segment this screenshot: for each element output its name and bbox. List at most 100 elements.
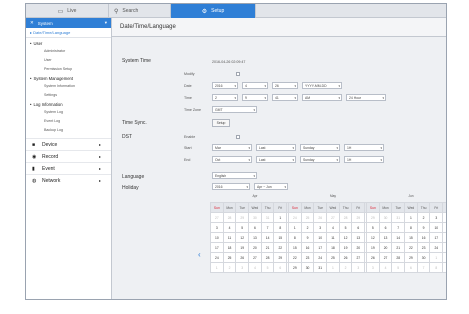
calendar-day[interactable]: 8 <box>405 223 418 233</box>
calendar-day[interactable]: 3 <box>430 213 444 223</box>
calendar-day[interactable]: 1 <box>405 213 418 223</box>
calendar-day[interactable]: 14 <box>392 233 406 243</box>
calendar-day[interactable]: 11 <box>223 233 237 243</box>
dst-start-day-select[interactable]: Sunday ▾ <box>300 144 340 151</box>
calendar-day[interactable]: 19 <box>236 243 250 253</box>
calendar-day[interactable]: 29 <box>274 253 288 263</box>
calendar-day[interactable]: 25 <box>443 243 446 253</box>
calendar-day[interactable]: 2 <box>301 223 315 233</box>
calendar-day[interactable]: 20 <box>379 243 393 253</box>
tab-live[interactable]: ▭ Live <box>26 4 109 18</box>
language-select[interactable]: English ▾ <box>212 172 257 179</box>
time-ampm-select[interactable]: AM ▾ <box>302 94 342 101</box>
dst-end-day-select[interactable]: Sunday ▾ <box>300 156 340 163</box>
calendar-day[interactable]: 30 <box>301 263 315 273</box>
dst-start-week-select[interactable]: Last ▾ <box>256 144 296 151</box>
sidebar-header-system[interactable]: ✕ System ▾ <box>26 18 111 28</box>
modify-checkbox[interactable] <box>236 72 240 76</box>
calendar-day[interactable]: 13 <box>379 233 393 243</box>
sidebar-item-device[interactable]: ■ Device ▸ <box>26 138 111 150</box>
timezone-select[interactable]: GMT ▾ <box>212 106 257 113</box>
calendar-day[interactable]: 4 <box>223 223 237 233</box>
date-year-select[interactable]: 2016 ▾ <box>212 82 238 89</box>
calendar-day[interactable]: 5 <box>367 223 380 233</box>
sidebar-item-event-log[interactable]: Event Log <box>26 116 111 125</box>
calendar-day[interactable]: 12 <box>367 233 380 243</box>
sidebar-item-system-information[interactable]: System Information <box>26 81 111 90</box>
sidebar-item-administrator[interactable]: Administrator <box>26 46 111 55</box>
calendar-day[interactable]: 3 <box>314 223 328 233</box>
time-second-select[interactable]: 41 ▾ <box>272 94 298 101</box>
calendar-day[interactable]: 11 <box>327 233 340 243</box>
calendar-day[interactable]: 30 <box>417 253 431 263</box>
sidebar-item-network[interactable]: ◍ Network ▸ <box>26 174 111 186</box>
calendar-day[interactable]: 3 <box>211 223 224 233</box>
calendar-day[interactable]: 4 <box>327 223 340 233</box>
tab-search[interactable]: ⚲ Search <box>109 4 171 18</box>
calendar-day[interactable]: 7 <box>261 223 275 233</box>
calendar-day[interactable]: 28 <box>392 253 406 263</box>
calendar-day[interactable]: 11 <box>443 223 446 233</box>
calendar-day[interactable]: 5 <box>339 223 353 233</box>
calendar-day[interactable]: 18 <box>443 233 446 243</box>
sidebar-item-system-log[interactable]: System Log <box>26 107 111 116</box>
calendar-day[interactable]: 25 <box>223 253 237 263</box>
date-day-select[interactable]: 26 ▾ <box>272 82 298 89</box>
calendar-day[interactable]: 17 <box>430 233 444 243</box>
sidebar-item-permission-setup[interactable]: Permission Setup <box>26 64 111 73</box>
calendar-day[interactable]: 10 <box>430 223 444 233</box>
calendar-day[interactable]: 29 <box>405 253 418 263</box>
holiday-range-select[interactable]: Apr ~ Jun ▾ <box>254 183 288 190</box>
dst-enable-checkbox[interactable] <box>236 135 240 139</box>
calendar-day[interactable]: 8 <box>274 223 288 233</box>
calendar-day[interactable]: 8 <box>289 233 302 243</box>
calendar-day[interactable]: 13 <box>249 233 262 243</box>
calendar-day[interactable]: 27 <box>249 253 262 263</box>
sidebar-item-settings[interactable]: Settings <box>26 90 111 99</box>
dst-end-week-select[interactable]: Last ▾ <box>256 156 296 163</box>
calendar-day[interactable]: 13 <box>352 233 366 243</box>
time-sync-setup-button[interactable]: Setup <box>212 119 230 127</box>
calendar-day[interactable]: 20 <box>249 243 262 253</box>
calendar-day[interactable]: 12 <box>236 233 250 243</box>
calendar-day[interactable]: 24 <box>211 253 224 263</box>
calendar-day[interactable]: 16 <box>417 233 431 243</box>
calendar-day[interactable]: 18 <box>223 243 237 253</box>
calendar-day[interactable]: 23 <box>417 243 431 253</box>
sidebar-item-user[interactable]: User <box>26 55 111 64</box>
calendar-day[interactable]: 9 <box>417 223 431 233</box>
date-format-select[interactable]: YYYY-MM-DD ▾ <box>302 82 342 89</box>
calendar-day[interactable]: 17 <box>211 243 224 253</box>
sidebar-item-backup-log[interactable]: Backup Log <box>26 125 111 134</box>
calendar-day[interactable]: 12 <box>339 233 353 243</box>
calendar-day[interactable]: 18 <box>327 243 340 253</box>
dst-start-month-select[interactable]: Mar ▾ <box>212 144 252 151</box>
calendar-day[interactable]: 5 <box>236 223 250 233</box>
dst-end-hour-select[interactable]: 1H ▾ <box>344 156 384 163</box>
calendar-day[interactable]: 20 <box>352 243 366 253</box>
date-month-select[interactable]: 4 ▾ <box>242 82 268 89</box>
calendar-day[interactable]: 28 <box>261 253 275 263</box>
calendar-day[interactable]: 19 <box>367 243 380 253</box>
calendar-day[interactable]: 6 <box>352 223 366 233</box>
calendar-day[interactable]: 26 <box>367 253 380 263</box>
calendar-day[interactable]: 14 <box>261 233 275 243</box>
calendar-day[interactable]: 1 <box>289 223 302 233</box>
calendar-day[interactable]: 26 <box>236 253 250 263</box>
calendar-day[interactable]: 6 <box>379 223 393 233</box>
calendar-day[interactable]: 21 <box>261 243 275 253</box>
calendar-day[interactable]: 26 <box>339 253 353 263</box>
time-format-select[interactable]: 24 Hour ▾ <box>346 94 386 101</box>
calendar-day[interactable]: 2 <box>417 213 431 223</box>
calendar-day[interactable]: 25 <box>327 253 340 263</box>
calendar-day[interactable]: 7 <box>392 223 406 233</box>
calendar-day[interactable]: 16 <box>301 243 315 253</box>
calendar-day[interactable]: 27 <box>352 253 366 263</box>
calendar-day[interactable]: 31 <box>314 263 328 273</box>
calendar-day[interactable]: 15 <box>405 233 418 243</box>
calendar-day[interactable]: 27 <box>379 253 393 263</box>
calendar-day[interactable]: 10 <box>211 233 224 243</box>
calendar-day[interactable]: 24 <box>314 253 328 263</box>
sidebar-item-record[interactable]: ◉ Record ▸ <box>26 150 111 162</box>
dst-end-month-select[interactable]: Oct ▾ <box>212 156 252 163</box>
